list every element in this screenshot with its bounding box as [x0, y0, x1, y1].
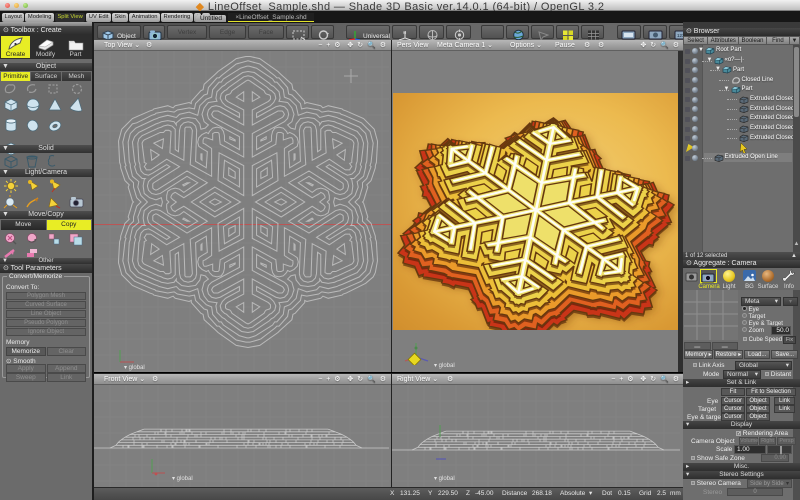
svg-text:Universal: Universal	[363, 33, 391, 40]
svg-text:Object: Object	[117, 33, 136, 40]
svg-text:M: M	[403, 30, 406, 35]
